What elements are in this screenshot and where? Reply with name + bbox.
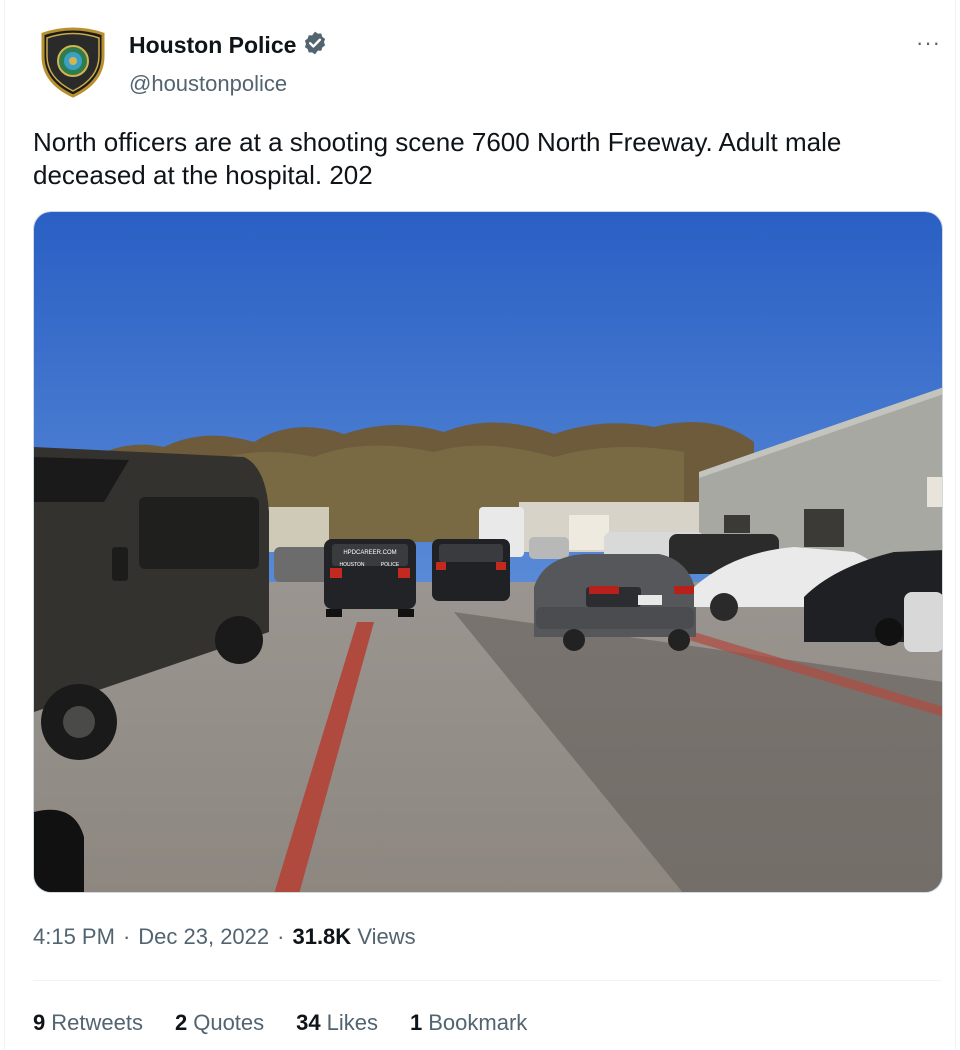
- user-handle[interactable]: @houstonpolice: [129, 71, 328, 97]
- author-block: Houston Police @houstonpolice: [129, 30, 328, 97]
- tweet-text: North officers are at a shooting scene 7…: [33, 126, 933, 192]
- tweet-card: Houston Police @houstonpolice ··· North …: [4, 0, 956, 1050]
- tweet-text-line-2: deceased at the hospital. 202: [33, 160, 373, 190]
- more-options-icon[interactable]: ···: [916, 30, 941, 56]
- police-suv-right: [432, 539, 510, 601]
- houston-police-badge-icon[interactable]: [35, 26, 111, 100]
- meta-separator: ·: [277, 924, 285, 949]
- likes-count: 34: [296, 1010, 321, 1035]
- views-label: Views: [357, 924, 416, 949]
- likes-label: Likes: [326, 1010, 378, 1035]
- retweets-count: 9: [33, 1010, 46, 1035]
- quotes-label: Quotes: [193, 1010, 265, 1035]
- tweet-photo[interactable]: HPDCAREER.COM HOUSTON POLICE: [33, 211, 943, 893]
- engagement-stats: 9 Retweets 2 Quotes 34 Likes 1 Bookmark: [33, 1010, 527, 1036]
- police-suv-left: HPDCAREER.COM HOUSTON POLICE: [324, 539, 416, 617]
- likes-stat[interactable]: 34 Likes: [296, 1010, 378, 1036]
- bookmarks-stat[interactable]: 1 Bookmark: [410, 1010, 527, 1036]
- grey-sedan: [534, 554, 696, 651]
- bookmarks-count: 1: [410, 1010, 423, 1035]
- tweet-date[interactable]: Dec 23, 2022: [138, 924, 269, 950]
- car-text-2: HOUSTON: [340, 562, 365, 568]
- car-text-3: POLICE: [381, 562, 400, 568]
- verified-badge-icon: [302, 30, 328, 61]
- bookmarks-label: Bookmark: [428, 1010, 528, 1035]
- quotes-count: 2: [174, 1010, 188, 1035]
- quotes-stat[interactable]: 2 Quotes: [175, 1010, 264, 1036]
- tweet-meta: 4:15 PM · Dec 23, 2022 · 31.8K Views: [33, 924, 416, 950]
- car-text-1: HPDCAREER.COM: [343, 550, 396, 556]
- tweet-time[interactable]: 4:15 PM: [33, 924, 115, 950]
- tweet-text-line-1: North officers are at a shooting scene 7…: [33, 127, 842, 157]
- views-count: 31.8K: [292, 924, 352, 949]
- retweets-label: Retweets: [51, 1010, 143, 1035]
- display-name[interactable]: Houston Police: [129, 32, 296, 59]
- meta-separator: ·: [122, 924, 131, 949]
- retweets-stat[interactable]: 9 Retweets: [33, 1010, 143, 1036]
- divider: [33, 980, 941, 981]
